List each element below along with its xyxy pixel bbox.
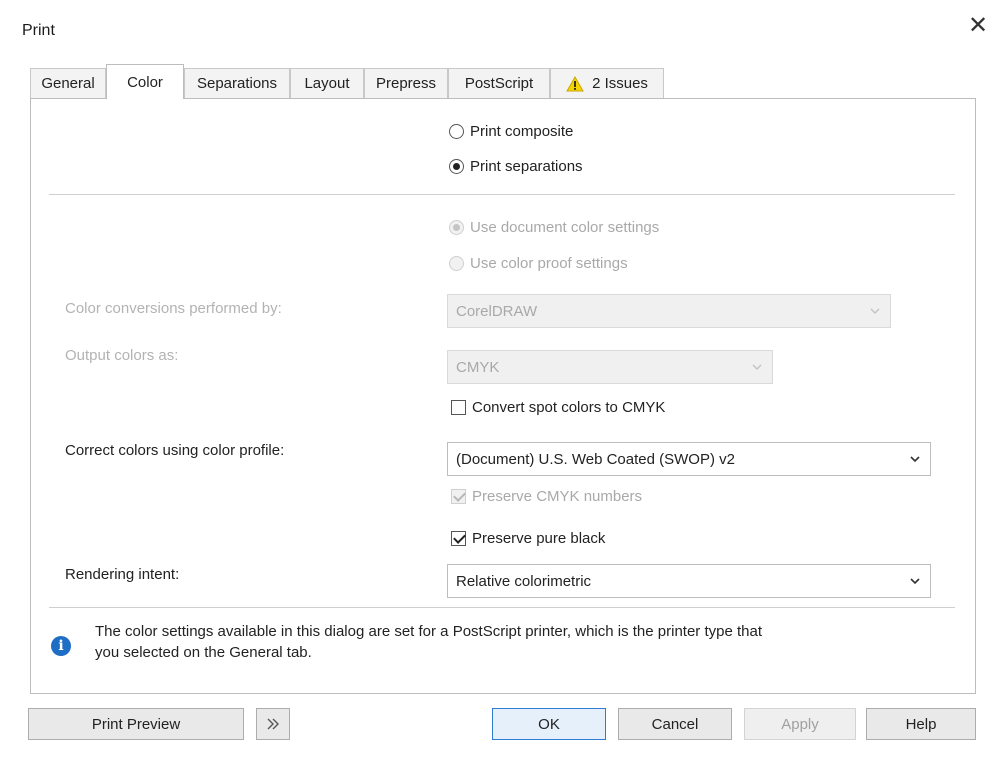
tab-color[interactable]: Color: [106, 64, 184, 99]
help-button[interactable]: Help: [866, 708, 976, 740]
tab-separations[interactable]: Separations: [184, 68, 290, 98]
radio-label: Print separations: [470, 158, 583, 175]
convert-spot-colors-checkbox[interactable]: Convert spot colors to CMYK: [451, 399, 665, 416]
tab-label: Separations: [196, 75, 278, 92]
radio-indicator: [449, 124, 464, 139]
tab-general[interactable]: General: [30, 68, 106, 98]
select-value: (Document) U.S. Web Coated (SWOP) v2: [456, 450, 735, 468]
select-value: CorelDRAW: [456, 302, 538, 320]
tab-label: General: [41, 75, 95, 92]
cancel-button[interactable]: Cancel: [618, 708, 732, 740]
warning-icon: [566, 75, 584, 91]
section-divider: [49, 607, 955, 608]
expand-preview-button[interactable]: [256, 708, 290, 740]
radio-indicator: [449, 220, 464, 235]
tab-layout[interactable]: Layout: [290, 68, 364, 98]
tab-label: Prepress: [375, 75, 437, 92]
radio-label: Print composite: [470, 123, 574, 140]
checkbox-label: Convert spot colors to CMYK: [472, 399, 666, 416]
tab-issues[interactable]: 2 Issues: [550, 68, 664, 98]
apply-button[interactable]: Apply: [744, 708, 856, 740]
chevron-down-icon: [870, 308, 880, 314]
tab-label: PostScript: [464, 75, 534, 92]
print-dialog: Print ✕ General Color Separations Layout…: [0, 0, 994, 766]
output-colors-select[interactable]: CMYK: [447, 350, 773, 384]
rendering-intent-label: Rendering intent:: [65, 566, 180, 583]
dialog-title: Print: [22, 22, 55, 39]
preserve-pure-black-checkbox[interactable]: Preserve pure black: [451, 530, 605, 547]
chevron-down-icon: [752, 364, 762, 370]
tab-label: Layout: [304, 75, 350, 92]
info-line: The color settings available in this dia…: [95, 623, 763, 640]
color-profile-label: Correct colors using color profile:: [65, 442, 285, 459]
ok-button[interactable]: OK: [492, 708, 606, 740]
radio-indicator: [449, 159, 464, 174]
tab-prepress[interactable]: Prepress: [364, 68, 448, 98]
select-value: Relative colorimetric: [456, 572, 592, 590]
conversions-select[interactable]: CorelDRAW: [447, 294, 891, 328]
tab-postscript[interactable]: PostScript: [448, 68, 550, 98]
checkbox-indicator: [451, 531, 466, 546]
print-composite-radio[interactable]: Print composite: [449, 123, 573, 140]
print-preview-button[interactable]: Print Preview: [28, 708, 244, 740]
color-tab-panel: Print composite Print separations Use do…: [30, 98, 976, 694]
use-color-proof-settings-radio[interactable]: Use color proof settings: [449, 255, 628, 272]
tab-label: Color: [127, 73, 163, 91]
radio-label: Use document color settings: [470, 219, 660, 236]
chevron-down-icon: [910, 456, 920, 463]
select-value: CMYK: [456, 358, 500, 376]
rendering-intent-select[interactable]: Relative colorimetric: [447, 564, 931, 598]
radio-label: Use color proof settings: [470, 255, 628, 272]
conversions-label: Color conversions performed by:: [65, 300, 282, 317]
preserve-cmyk-numbers-checkbox[interactable]: Preserve CMYK numbers: [451, 488, 642, 505]
info-icon: i: [51, 636, 71, 656]
print-separations-radio[interactable]: Print separations: [449, 158, 583, 175]
section-divider: [49, 194, 955, 195]
checkbox-label: Preserve pure black: [472, 530, 606, 547]
close-icon[interactable]: ✕: [966, 14, 990, 38]
radio-indicator: [449, 256, 464, 271]
use-document-color-settings-radio[interactable]: Use document color settings: [449, 219, 659, 236]
chevron-down-icon: [910, 578, 920, 585]
checkbox-label: Preserve CMYK numbers: [472, 488, 643, 505]
color-profile-select[interactable]: (Document) U.S. Web Coated (SWOP) v2: [447, 442, 931, 476]
output-colors-label: Output colors as:: [65, 347, 179, 364]
info-message: The color settings available in this dia…: [95, 621, 762, 663]
double-chevron-right-icon: [267, 718, 279, 730]
checkbox-indicator: [451, 489, 466, 504]
checkbox-indicator: [451, 400, 466, 415]
info-line: you selected on the General tab.: [95, 644, 312, 661]
tab-label: 2 Issues: [592, 75, 648, 92]
